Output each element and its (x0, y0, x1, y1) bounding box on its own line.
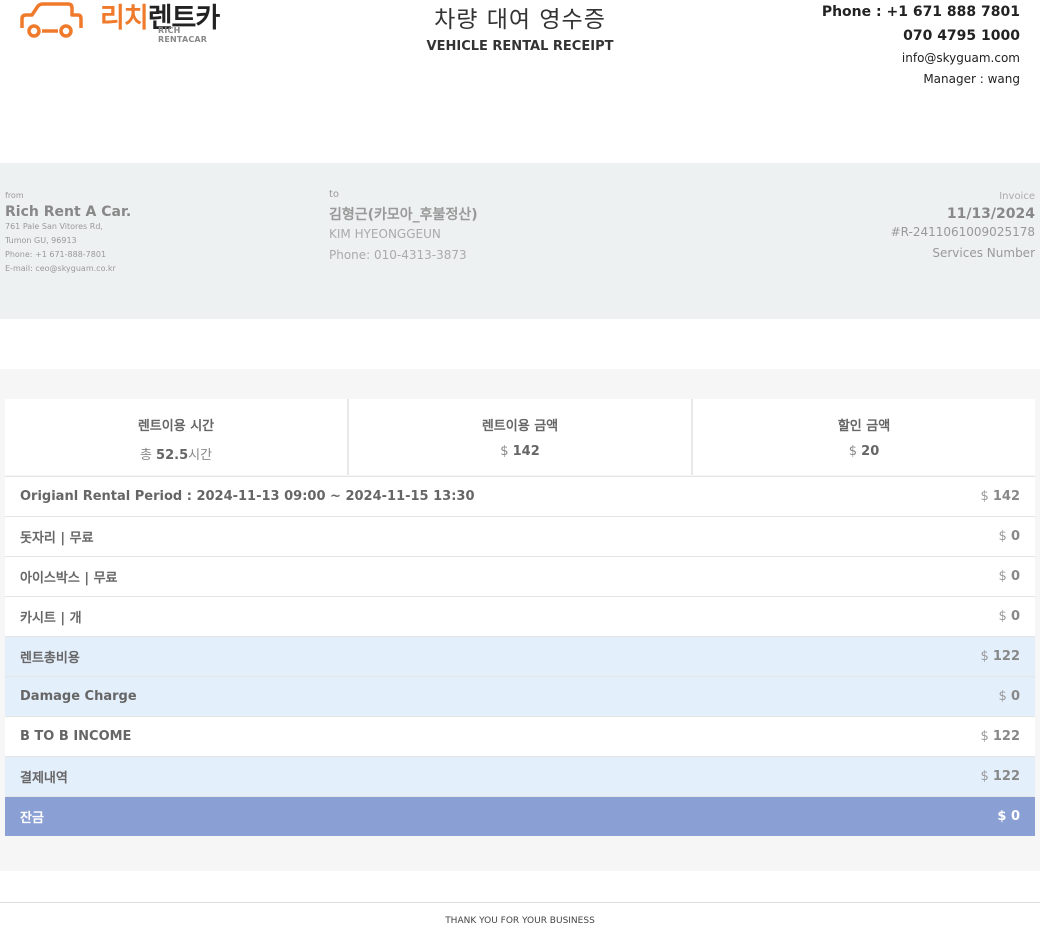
summary-header: 할인 금액 (837, 419, 891, 434)
contact-phone: Phone : +1 671 888 7801 (821, 4, 1020, 20)
invoice-date: 11/13/2024 (946, 206, 1035, 222)
summary-value: 총 52.5시간 (139, 448, 213, 463)
invoice-number: #R-2411061009025178 (890, 225, 1035, 239)
summary-discount-amount: 할인 금액 $ 20 (693, 399, 1035, 475)
footer-thanks: THANK YOU FOR YOUR BUSINESS (0, 902, 1040, 926)
charge-row-icebox: 아이스박스 | 무료 $ 0 (5, 556, 1035, 596)
billing-info: from Rich Rent A Car. 761 Pale San Vitor… (0, 163, 1040, 319)
charge-row-payment: 결제내역 $ 122 (5, 756, 1035, 796)
from-name: Rich Rent A Car. (5, 204, 132, 220)
from-email: E-mail: ceo@skyguam.co.kr (5, 264, 116, 273)
to-phone: Phone: 010-4313-3873 (329, 248, 467, 262)
from-phone: Phone: +1 671-888-7801 (5, 250, 107, 259)
invoice-services: Services Number (932, 246, 1035, 260)
to-name: 김형근(카모아_후불정산) (329, 207, 478, 223)
summary-value: $ 20 (848, 444, 880, 459)
summary-table: 렌트이용 시간 총 52.5시간 렌트이용 금액 $ 142 할인 금액 $ 2… (5, 399, 1035, 475)
summary-header: 렌트이용 시간 (137, 419, 215, 434)
summary-rental-time: 렌트이용 시간 총 52.5시간 (5, 399, 349, 475)
to-block: to 김형근(카모아_후불정산) KIM HYEONGGEUN Phone: 0… (329, 189, 478, 266)
summary-header: 렌트이용 금액 (481, 419, 559, 434)
to-name-en: KIM HYEONGGEUN (329, 227, 441, 241)
invoice-label: Invoice (999, 191, 1035, 202)
contact-phone-2: 070 4795 1000 (903, 28, 1020, 44)
from-label: from (5, 191, 24, 200)
from-address-1: 761 Pale San Vitores Rd, (5, 222, 103, 231)
charge-row-damage: Damage Charge $ 0 (5, 676, 1035, 716)
from-block: from Rich Rent A Car. 761 Pale San Vitor… (5, 191, 131, 276)
contact-manager: Manager : wang (923, 72, 1020, 86)
charge-row-mat: 돗자리 | 무료 $ 0 (5, 516, 1035, 556)
receipt-body: 렌트이용 시간 총 52.5시간 렌트이용 금액 $ 142 할인 금액 $ 2… (0, 369, 1040, 871)
invoice-block: Invoice 11/13/2024 #R-2411061009025178 S… (891, 191, 1035, 264)
summary-value: $ 142 (500, 444, 540, 459)
from-address-2: Tumon GU, 96913 (5, 236, 77, 245)
summary-rental-amount: 렌트이용 금액 $ 142 (349, 399, 693, 475)
contact-info: Phone : +1 671 888 7801 070 4795 1000 in… (822, 4, 1020, 87)
charge-row-b2b-income: B TO B INCOME $ 122 (5, 716, 1035, 756)
contact-email: info@skyguam.com (901, 51, 1020, 65)
receipt-header: 리치렌트카 RICH RENTACAR 차량 대여 영수증 VEHICLE RE… (0, 0, 1040, 110)
charge-row-balance: 잔금 $ 0 (5, 796, 1035, 836)
charge-row-carseat: 카시트 | 개 $ 0 (5, 596, 1035, 636)
charge-list: Origianl Rental Period : 2024-11-13 09:0… (5, 476, 1035, 836)
to-label: to (329, 189, 340, 200)
charge-row-total: 렌트총비용 $ 122 (5, 636, 1035, 676)
charge-row-rental-period: Origianl Rental Period : 2024-11-13 09:0… (5, 476, 1035, 516)
